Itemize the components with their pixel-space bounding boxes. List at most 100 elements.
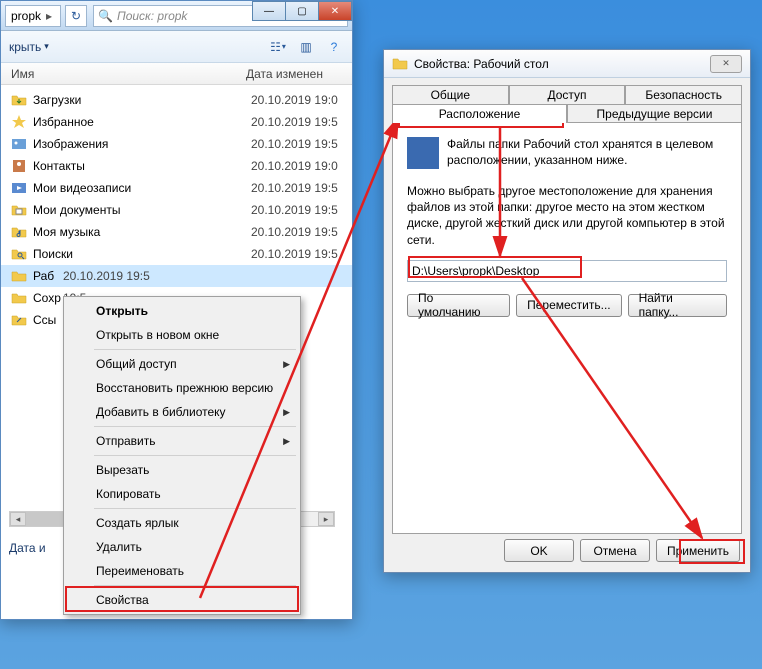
- chevron-right-icon[interactable]: ▸: [44, 9, 54, 23]
- link-icon: [11, 312, 27, 328]
- file-name: Загрузки: [33, 93, 251, 107]
- minimize-button[interactable]: —: [252, 1, 286, 21]
- tab-panel-location: Файлы папки Рабочий стол хранятся в целе…: [392, 122, 742, 534]
- scroll-right-button[interactable]: ▸: [318, 512, 334, 526]
- file-date: 20.10.2019 19:5: [251, 181, 338, 195]
- menu-separator: [94, 508, 296, 509]
- menu-item[interactable]: Восстановить прежнюю версию: [66, 376, 298, 400]
- menu-item[interactable]: Копировать: [66, 482, 298, 506]
- apply-button[interactable]: Применить: [656, 539, 740, 562]
- file-date: 20.10.2019 19:0: [251, 93, 338, 107]
- menu-separator: [94, 585, 296, 586]
- list-item[interactable]: Избранное20.10.2019 19:5: [1, 111, 352, 133]
- breadcrumb[interactable]: propk ▸: [5, 5, 61, 27]
- breadcrumb-item[interactable]: propk: [8, 9, 44, 23]
- file-name: Мои видеозаписи: [33, 181, 251, 195]
- file-name: Избранное: [33, 115, 251, 129]
- toolbar: крыть ▾ ☷▾ ▥ ?: [1, 31, 352, 63]
- menu-item[interactable]: Открыть: [66, 299, 298, 323]
- menu-item-label: Общий доступ: [96, 357, 177, 371]
- file-date: 20.10.2019 19:5: [251, 203, 338, 217]
- dialog-title: Свойства: Рабочий стол: [414, 57, 549, 71]
- file-date: 20.10.2019 19:5: [251, 137, 338, 151]
- menu-item[interactable]: Вырезать: [66, 458, 298, 482]
- menu-item[interactable]: Отправить▶: [66, 429, 298, 453]
- list-item[interactable]: Загрузки20.10.2019 19:0: [1, 89, 352, 111]
- list-item[interactable]: Поиски20.10.2019 19:5: [1, 243, 352, 265]
- file-name: Изображения: [33, 137, 251, 151]
- ok-button[interactable]: OK: [504, 539, 574, 562]
- image-icon: [11, 136, 27, 152]
- refresh-button[interactable]: ↻: [65, 5, 87, 27]
- menu-item[interactable]: Свойства: [66, 588, 298, 612]
- file-name: Моя музыка: [33, 225, 251, 239]
- folder-icon: [392, 56, 408, 72]
- close-button[interactable]: ✕: [318, 1, 352, 21]
- dialog-close-button[interactable]: ✕: [710, 55, 742, 73]
- menu-item-label: Свойства: [96, 593, 149, 607]
- file-name: Раб: [33, 269, 63, 283]
- cancel-button[interactable]: Отмена: [580, 539, 650, 562]
- search-icon: [11, 246, 27, 262]
- menu-item-label: Открыть: [96, 304, 148, 318]
- tab[interactable]: Доступ: [509, 85, 626, 104]
- list-item[interactable]: Изображения20.10.2019 19:5: [1, 133, 352, 155]
- tab[interactable]: Расположение: [392, 104, 567, 123]
- tab[interactable]: Безопасность: [625, 85, 742, 104]
- menu-separator: [94, 426, 296, 427]
- maximize-button[interactable]: ▢: [285, 1, 319, 21]
- file-date: 20.10.2019 19:5: [251, 225, 338, 239]
- menu-item[interactable]: Добавить в библиотеку▶: [66, 400, 298, 424]
- list-item[interactable]: Раб20.10.2019 19:5: [1, 265, 352, 287]
- list-item[interactable]: Мои видеозаписи20.10.2019 19:5: [1, 177, 352, 199]
- column-headers[interactable]: Имя Дата изменен: [1, 63, 352, 85]
- folder-down-icon: [11, 92, 27, 108]
- menu-item[interactable]: Удалить: [66, 535, 298, 559]
- file-date: 20.10.2019 19:5: [251, 247, 338, 261]
- menu-item-label: Отправить: [96, 434, 156, 448]
- menu-item[interactable]: Переименовать: [66, 559, 298, 583]
- tab[interactable]: Предыдущие версии: [567, 104, 742, 123]
- location-path-input[interactable]: D:\Users\propk\Desktop: [407, 260, 727, 282]
- video-icon: [11, 180, 27, 196]
- contacts-icon: [11, 158, 27, 174]
- menu-item[interactable]: Открыть в новом окне: [66, 323, 298, 347]
- file-name: Ссы: [33, 313, 63, 327]
- view-options-button[interactable]: ☷▾: [268, 37, 288, 57]
- menu-item[interactable]: Создать ярлык: [66, 511, 298, 535]
- file-date: 20.10.2019 19:5: [251, 115, 338, 129]
- list-item[interactable]: Мои документы20.10.2019 19:5: [1, 199, 352, 221]
- chevron-right-icon: ▶: [283, 407, 290, 418]
- menu-item-label: Создать ярлык: [96, 516, 179, 530]
- menu-item-label: Переименовать: [96, 564, 184, 578]
- music-icon: [11, 224, 27, 240]
- fav-icon: [11, 114, 27, 130]
- properties-dialog: Свойства: Рабочий стол ✕ ОбщиеДоступБезо…: [383, 49, 751, 573]
- menu-item-label: Удалить: [96, 540, 142, 554]
- file-date: 20.10.2019 19:0: [251, 159, 338, 173]
- folder-icon: [11, 290, 27, 306]
- chevron-right-icon: ▶: [283, 359, 290, 370]
- file-name: Сохр: [33, 291, 63, 305]
- help-button[interactable]: ?: [324, 37, 344, 57]
- find-target-button[interactable]: Найти папку...: [628, 294, 727, 317]
- menu-item[interactable]: Общий доступ ▶: [66, 352, 298, 376]
- context-menu: Открыть Открыть в новом окне Общий доступ ▶…: [63, 296, 301, 615]
- move-button[interactable]: Переместить...: [516, 294, 621, 317]
- folder-icon: [11, 268, 27, 284]
- search-icon: 🔍: [98, 9, 113, 23]
- restore-default-button[interactable]: По умолчанию: [407, 294, 510, 317]
- chevron-down-icon: ▾: [44, 41, 49, 52]
- location-description-2: Можно выбрать другое местоположение для …: [407, 183, 727, 248]
- open-dropdown[interactable]: крыть ▾: [9, 40, 49, 54]
- list-item[interactable]: Контакты20.10.2019 19:0: [1, 155, 352, 177]
- folder-large-icon: [407, 137, 439, 169]
- col-header-date[interactable]: Дата изменен: [246, 67, 323, 81]
- menu-separator: [94, 349, 296, 350]
- col-header-name[interactable]: Имя: [11, 67, 246, 81]
- preview-pane-button[interactable]: ▥: [296, 37, 316, 57]
- scroll-left-button[interactable]: ◂: [10, 512, 26, 526]
- list-item[interactable]: Моя музыка20.10.2019 19:5: [1, 221, 352, 243]
- tab[interactable]: Общие: [392, 85, 509, 104]
- file-name: Поиски: [33, 247, 251, 261]
